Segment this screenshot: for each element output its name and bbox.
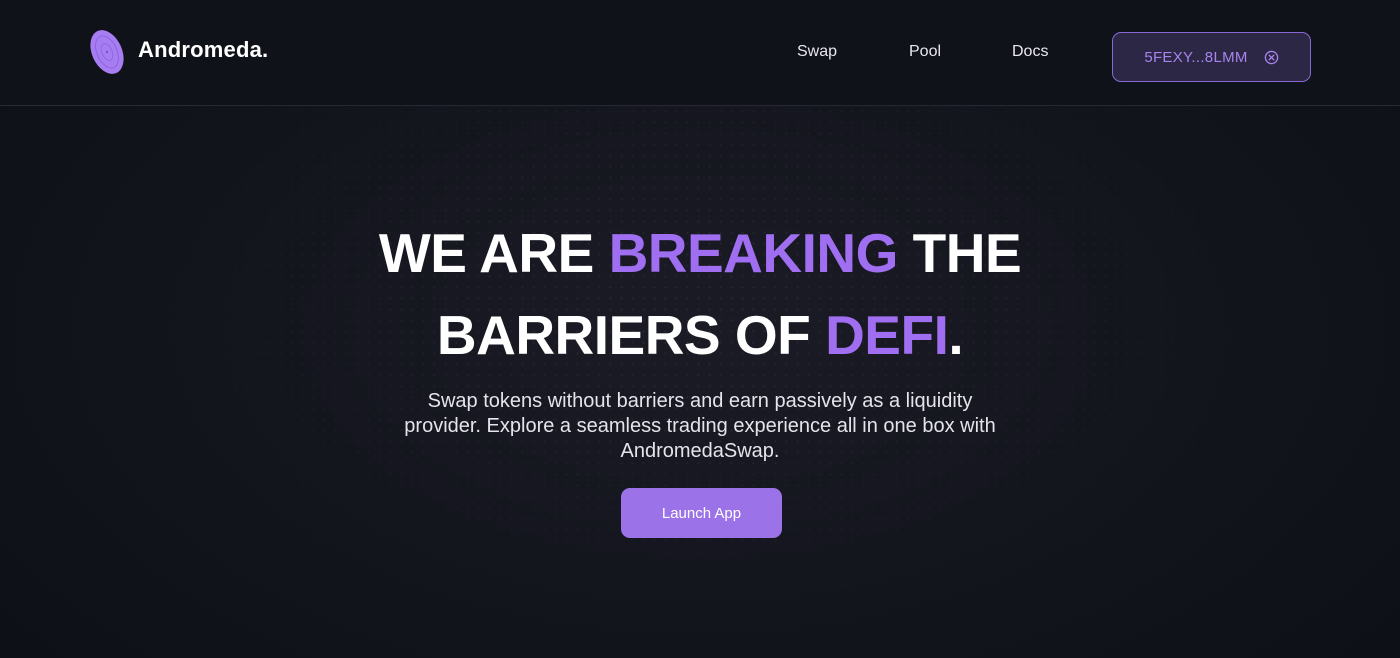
landing-page: Andromeda. Swap Pool Docs 5FEXY...8LMM W… — [0, 0, 1400, 658]
close-circle-icon[interactable] — [1264, 50, 1279, 65]
andromeda-galaxy-icon — [90, 30, 124, 74]
nav-link-swap[interactable]: Swap — [797, 43, 837, 61]
launch-app-button[interactable]: Launch App — [621, 488, 782, 538]
nav-link-docs[interactable]: Docs — [1012, 43, 1048, 61]
nav-link-pool[interactable]: Pool — [909, 43, 941, 61]
wallet-address: 5FEXY...8LMM — [1144, 48, 1248, 66]
hero-subtitle: Swap tokens without barriers and earn pa… — [404, 390, 996, 462]
hero-headline: WE ARE BREAKING THE BARRIERS OF DEFI. — [0, 212, 1400, 376]
brand-name: Andromeda. — [138, 37, 269, 62]
wallet-address-button[interactable]: 5FEXY...8LMM — [1112, 32, 1311, 82]
headline-text: THE — [897, 222, 1022, 284]
headline-text: . — [948, 304, 964, 366]
headline-accent-breaking: BREAKING — [608, 222, 899, 284]
dot-grid-background — [0, 106, 1400, 658]
headline-accent-defi: DEFI — [825, 304, 949, 366]
headline-line-2: BARRIERS OF DEFI. — [436, 304, 964, 366]
headline-line-1: WE ARE BREAKING THE — [378, 222, 1022, 284]
brand-logo[interactable]: Andromeda. — [88, 28, 268, 76]
headline-text: WE ARE — [378, 222, 609, 284]
top-navigation-bar: Andromeda. Swap Pool Docs 5FEXY...8LMM — [0, 0, 1400, 106]
headline-text: BARRIERS OF — [436, 304, 826, 366]
